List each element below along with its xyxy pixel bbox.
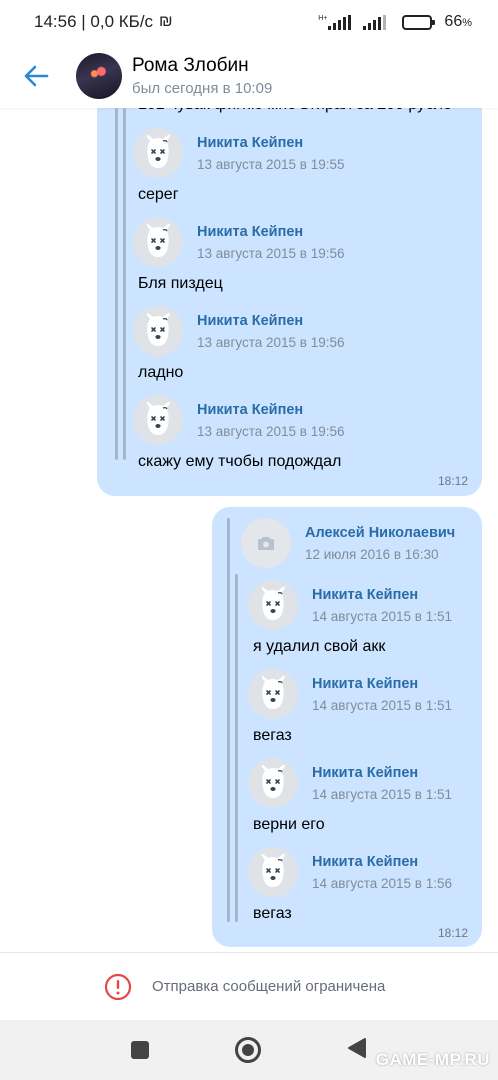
forwarded-header[interactable]: Никита Кейпен 14 августа 2015 в 1:51 bbox=[248, 758, 452, 808]
avatar bbox=[133, 306, 183, 356]
avatar bbox=[248, 847, 298, 897]
forwarded-header[interactable]: Алексей Николаевич 12 июля 2016 в 16:30 bbox=[241, 518, 455, 568]
forwarded-message-text: ладно bbox=[138, 364, 184, 381]
deleted-dog-icon bbox=[146, 312, 170, 346]
message-time: 18:12 bbox=[437, 474, 468, 488]
forward-date: 13 августа 2015 в 19:56 bbox=[197, 334, 345, 350]
forward-author: Никита Кейпен bbox=[312, 586, 419, 603]
forward-date: 13 августа 2015 в 19:56 bbox=[197, 245, 345, 261]
back-arrow-icon bbox=[24, 65, 49, 87]
forward-date: 14 августа 2015 в 1:51 bbox=[312, 697, 452, 713]
forward-date: 13 августа 2015 в 19:55 bbox=[197, 156, 345, 172]
deleted-dog-icon bbox=[261, 586, 285, 620]
forward-author: Алексей Николаевич bbox=[305, 524, 456, 541]
forward-line bbox=[123, 108, 126, 460]
forwarded-message-text: верни его bbox=[253, 816, 325, 833]
deleted-dog-icon bbox=[146, 223, 170, 257]
network-type: H+ bbox=[318, 14, 328, 22]
avatar bbox=[248, 669, 298, 719]
forward-author: Никита Кейпен bbox=[197, 134, 304, 151]
battery-percent: 66% bbox=[444, 13, 472, 30]
camera-icon bbox=[258, 536, 274, 550]
forward-author: Никита Кейпен bbox=[312, 675, 419, 692]
forward-date: 12 июля 2016 в 16:30 bbox=[305, 546, 439, 562]
mobile-signal-icon: H+ bbox=[318, 14, 352, 30]
forwarded-header[interactable]: Никита Кейпен 14 августа 2015 в 1:56 bbox=[248, 847, 452, 897]
forward-author: Никита Кейпен bbox=[197, 401, 304, 418]
forwarded-header[interactable]: Никита Кейпен 13 августа 2015 в 19:56 bbox=[133, 306, 345, 356]
deleted-dog-icon bbox=[146, 134, 170, 168]
status-bar: 14:56 | 0,0 КБ/с ₪ H+ 66% bbox=[0, 0, 498, 44]
chat-title[interactable]: Рома Злобин был сегодня в 10:09 bbox=[132, 55, 272, 97]
forwarded-message-text: вегаз bbox=[253, 727, 292, 744]
forwarded-header[interactable]: Никита Кейпен 14 августа 2015 в 1:51 bbox=[248, 669, 452, 719]
avatar bbox=[248, 758, 298, 808]
status-time: 14:56 | 0,0 КБ/с bbox=[34, 12, 154, 31]
forward-date: 14 августа 2015 в 1:51 bbox=[312, 608, 452, 624]
forward-line bbox=[235, 574, 238, 922]
forwarded-header[interactable]: Никита Кейпен 13 августа 2015 в 19:55 bbox=[133, 128, 345, 178]
avatar bbox=[133, 128, 183, 178]
warning-icon bbox=[104, 973, 132, 1000]
back-triangle-icon bbox=[348, 1037, 366, 1058]
restriction-text: Отправка сообщений ограничена bbox=[152, 978, 386, 995]
forwarded-message-text: Бля пиздец bbox=[138, 275, 223, 292]
forward-author: Никита Кейпен bbox=[197, 223, 304, 240]
forward-date: 14 августа 2015 в 1:56 bbox=[312, 875, 452, 891]
system-nav-bar: GAME-MP.RU bbox=[0, 1020, 498, 1080]
avatar bbox=[133, 395, 183, 445]
recents-button[interactable] bbox=[131, 1041, 149, 1059]
forward-date: 14 августа 2015 в 1:51 bbox=[312, 786, 452, 802]
chat-header: Рома Злобин был сегодня в 10:09 bbox=[0, 44, 498, 108]
deleted-dog-icon bbox=[261, 853, 285, 887]
forward-author: Никита Кейпен bbox=[312, 764, 419, 781]
deleted-dog-icon bbox=[146, 401, 170, 435]
forwarded-message-text: серег bbox=[138, 186, 179, 203]
watermark: GAME-MP.RU bbox=[375, 1050, 490, 1069]
forward-line bbox=[227, 518, 230, 922]
nfc-icon: ₪ bbox=[159, 13, 173, 30]
deleted-dog-icon bbox=[261, 675, 285, 709]
forward-author: Никита Кейпен bbox=[197, 312, 304, 329]
forwarded-message-text: я удалил свой акк bbox=[253, 638, 386, 655]
contact-name: Рома Злобин bbox=[132, 55, 249, 76]
restriction-bar: Отправка сообщений ограничена bbox=[0, 952, 498, 1020]
forwarded-message-text: скажу ему тчобы подождал bbox=[138, 453, 342, 470]
mobile-signal-2-icon bbox=[363, 14, 387, 30]
home-button[interactable] bbox=[235, 1037, 261, 1063]
deleted-dog-icon bbox=[261, 764, 285, 798]
avatar bbox=[133, 217, 183, 267]
forwarded-header[interactable]: Никита Кейпен 13 августа 2015 в 19:56 bbox=[133, 395, 345, 445]
forward-line bbox=[115, 108, 118, 460]
back-button[interactable] bbox=[0, 44, 72, 108]
forwarded-header[interactable]: Никита Кейпен 14 августа 2015 в 1:51 bbox=[248, 580, 452, 630]
forwarded-message-text: вегаз bbox=[253, 905, 292, 922]
forward-date: 13 августа 2015 в 19:56 bbox=[197, 423, 345, 439]
avatar bbox=[248, 580, 298, 630]
avatar bbox=[241, 518, 291, 568]
avatar[interactable] bbox=[76, 53, 122, 99]
back-nav-button[interactable] bbox=[347, 1037, 367, 1064]
message-time: 18:12 bbox=[437, 926, 468, 940]
battery-icon bbox=[402, 14, 436, 30]
forward-author: Никита Кейпен bbox=[312, 853, 419, 870]
last-seen-status: был сегодня в 10:09 bbox=[132, 80, 273, 97]
forwarded-header[interactable]: Никита Кейпен 13 августа 2015 в 19:56 bbox=[133, 217, 345, 267]
